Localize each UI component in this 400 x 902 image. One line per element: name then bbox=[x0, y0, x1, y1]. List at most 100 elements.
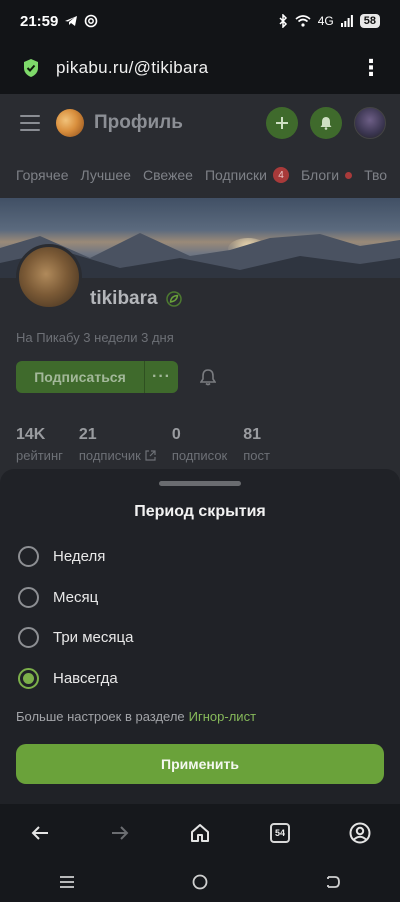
sheet-title: Период скрытия bbox=[134, 503, 266, 520]
tab-label: Свежее bbox=[142, 167, 193, 183]
hide-period-sheet: Период скрытия Неделя Месяц Три месяца Н… bbox=[0, 469, 400, 804]
stat-value: 0 bbox=[171, 426, 181, 443]
tab-label: Блоги bbox=[301, 167, 340, 183]
recents-icon bbox=[59, 876, 74, 888]
tab-label: Лучшее bbox=[80, 167, 131, 183]
plus-icon bbox=[276, 117, 288, 129]
url-bar[interactable]: pikabu.ru/@tikibara ⋮ bbox=[0, 42, 400, 94]
option-month[interactable]: Месяц bbox=[18, 582, 382, 612]
subscriptions-badge: 4 bbox=[273, 167, 289, 183]
subscribe-button[interactable]: Подписаться ··· bbox=[16, 361, 178, 393]
browser-toolbar: 54 bbox=[0, 804, 400, 862]
subscribe-label: Подписаться bbox=[34, 369, 126, 385]
circle-home-icon bbox=[192, 874, 208, 890]
user-avatar[interactable] bbox=[354, 107, 386, 139]
stat-posts: 81 пост bbox=[243, 426, 270, 463]
option-label: Месяц bbox=[53, 588, 99, 606]
stat-label: подписок bbox=[171, 448, 228, 463]
system-home-button[interactable] bbox=[180, 862, 220, 902]
option-label: Три месяца bbox=[53, 628, 134, 646]
tabs-count: 54 bbox=[270, 823, 290, 843]
ignore-list-link[interactable]: Игнор-лист bbox=[189, 709, 256, 724]
pikabu-logo[interactable] bbox=[56, 109, 84, 137]
apply-button[interactable]: Применить bbox=[16, 744, 384, 784]
stat-value: 14K bbox=[16, 426, 46, 443]
at-sign-icon bbox=[85, 14, 98, 28]
option-label: Навсегда bbox=[53, 669, 118, 687]
radio-button[interactable] bbox=[18, 586, 39, 608]
stat-label: рейтинг bbox=[16, 448, 63, 463]
bluetooth-icon bbox=[279, 14, 287, 28]
tab-fresh[interactable]: Свежее bbox=[143, 167, 193, 183]
signal-icon bbox=[340, 15, 353, 27]
option-label: Неделя bbox=[53, 547, 106, 565]
leaf-badge-icon[interactable] bbox=[165, 291, 182, 307]
radio-button-checked[interactable] bbox=[18, 667, 39, 689]
account-circle-icon bbox=[349, 822, 371, 844]
tab-best[interactable]: Лучшее bbox=[81, 167, 131, 183]
joined-text: На Пикабу 3 недели 3 дня bbox=[16, 330, 174, 345]
tab-subscriptions[interactable]: Подписки 4 bbox=[205, 167, 289, 183]
option-week[interactable]: Неделя bbox=[18, 541, 382, 571]
app-header: Профиль bbox=[0, 94, 400, 152]
battery-indicator: 58 bbox=[359, 14, 380, 28]
account-button[interactable] bbox=[340, 813, 380, 853]
stat-subscriptions: 0 подписок bbox=[172, 426, 227, 463]
system-back-button[interactable] bbox=[313, 862, 353, 902]
tab-label: Подписки bbox=[204, 167, 267, 183]
header-actions bbox=[266, 107, 386, 139]
tab-creative[interactable]: Тво bbox=[364, 167, 387, 183]
arrow-left-icon bbox=[31, 826, 48, 840]
system-nav-bar bbox=[0, 862, 400, 902]
option-three-months[interactable]: Три месяца bbox=[18, 622, 382, 652]
more-vertical-icon[interactable]: ⋮ bbox=[360, 57, 382, 79]
username: tikibara bbox=[90, 288, 158, 309]
network-type: 4G bbox=[317, 14, 334, 28]
profile-avatar[interactable] bbox=[16, 244, 82, 310]
tab-hot[interactable]: Горячее bbox=[16, 167, 69, 183]
system-back-icon bbox=[327, 876, 341, 888]
arrow-right-icon bbox=[112, 826, 129, 840]
stat-value: 81 bbox=[243, 426, 262, 443]
tabs-button[interactable]: 54 bbox=[260, 813, 300, 853]
status-time: 21:59 bbox=[20, 12, 59, 30]
status-left: 21:59 bbox=[20, 13, 98, 30]
blogs-dot bbox=[345, 171, 353, 179]
stat-label: подписчик bbox=[78, 448, 141, 463]
home-button[interactable] bbox=[180, 813, 220, 853]
sheet-grabber[interactable] bbox=[159, 481, 241, 486]
status-bar: 21:59 4G 58 bbox=[0, 0, 400, 42]
stat-label: пост bbox=[243, 448, 270, 463]
more-options-button[interactable]: ··· bbox=[144, 361, 178, 393]
menu-icon[interactable] bbox=[20, 115, 40, 131]
profile-stats: 14K рейтинг 21 подписчик 0 подписок 81 п… bbox=[16, 426, 270, 463]
username-row: tikibara bbox=[90, 288, 182, 310]
home-icon bbox=[191, 824, 209, 842]
forward-button[interactable] bbox=[100, 813, 140, 853]
back-button[interactable] bbox=[20, 813, 60, 853]
bell-outline-icon[interactable] bbox=[200, 368, 216, 386]
external-link-icon bbox=[145, 450, 156, 461]
tab-blogs[interactable]: Блоги bbox=[301, 167, 353, 183]
page-title: Профиль bbox=[94, 112, 183, 133]
url-text[interactable]: pikabu.ru/@tikibara bbox=[56, 58, 208, 78]
option-forever[interactable]: Навсегда bbox=[18, 663, 382, 693]
radio-button[interactable] bbox=[18, 626, 39, 648]
tab-label: Тво bbox=[364, 167, 388, 183]
notifications-button[interactable] bbox=[310, 107, 342, 139]
tab-label: Горячее bbox=[16, 167, 69, 183]
radio-button[interactable] bbox=[18, 545, 39, 567]
more-settings-text: Больше настроек в разделе Игнор-лист bbox=[16, 709, 256, 724]
add-post-button[interactable] bbox=[266, 107, 298, 139]
telegram-icon bbox=[65, 16, 78, 26]
wifi-icon bbox=[295, 15, 311, 27]
recents-button[interactable] bbox=[47, 862, 87, 902]
stat-rating: 14K рейтинг bbox=[16, 426, 63, 463]
stat-label-row: подписчик bbox=[79, 448, 156, 463]
shield-check-icon[interactable] bbox=[22, 58, 40, 78]
stat-value: 21 bbox=[78, 426, 97, 443]
stat-subscribers[interactable]: 21 подписчик bbox=[79, 426, 156, 463]
more-settings-label: Больше настроек в разделе bbox=[16, 709, 185, 724]
nav-tabs: Горячее Лучшее Свежее Подписки 4 Блоги Тв… bbox=[0, 152, 400, 198]
bell-icon bbox=[320, 117, 332, 130]
